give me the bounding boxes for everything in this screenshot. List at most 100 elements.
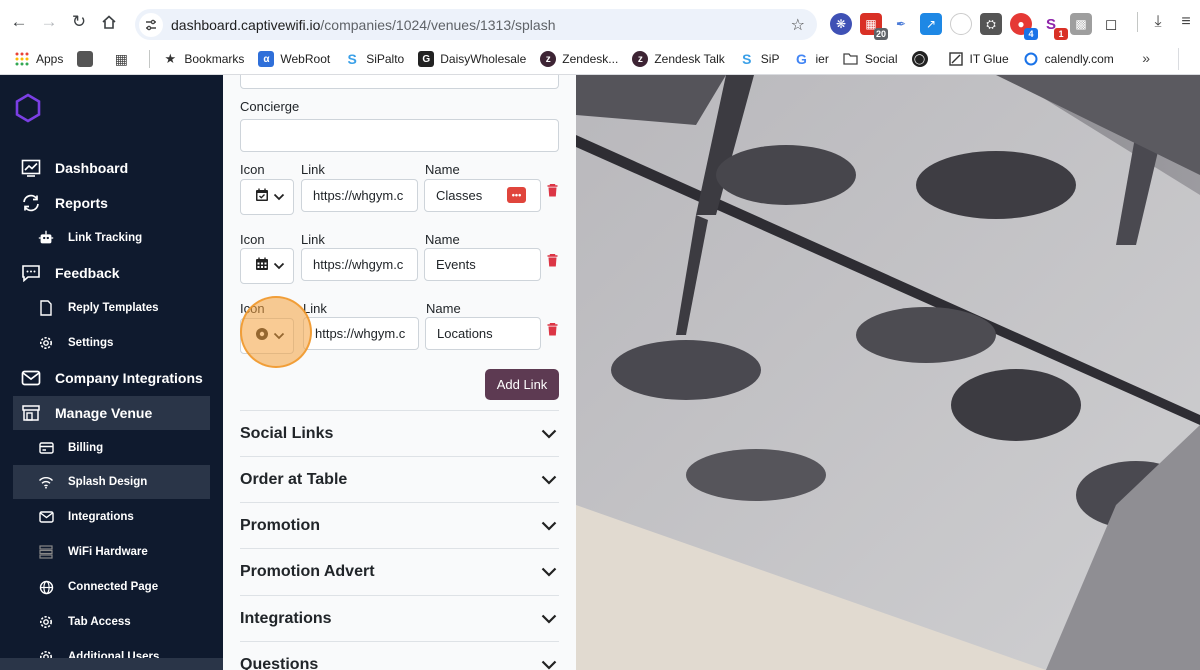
sidebar-bottom-bar xyxy=(0,658,223,670)
link-input[interactable]: https://whgym.c xyxy=(303,317,419,350)
sidebar-item-label: Integrations xyxy=(68,511,134,523)
sidebar-item-wifi-hardware[interactable]: WiFi Hardware xyxy=(13,535,210,569)
app-logo-icon[interactable] xyxy=(14,93,42,128)
icon-select[interactable] xyxy=(240,248,294,284)
bookmarks-overflow-icon[interactable]: » xyxy=(1142,50,1150,66)
extension-image-icon[interactable]: ▩ xyxy=(1070,13,1092,35)
bookmark-zendesk-talk[interactable]: z Zendesk Talk xyxy=(632,51,725,67)
chevron-down-icon xyxy=(273,257,285,275)
document-icon xyxy=(37,299,55,317)
link-label: Link xyxy=(301,232,325,247)
delete-link-icon[interactable] xyxy=(547,322,558,341)
name-label: Name xyxy=(426,301,461,316)
bookmark-sipalto[interactable]: S SiPalto xyxy=(344,51,405,67)
extension-hubspot-icon[interactable]: ⛭ xyxy=(980,13,1002,35)
icon-select[interactable] xyxy=(240,179,294,215)
extension-calendar-icon[interactable]: ▦ 20 xyxy=(860,13,888,40)
sidebar-item-settings[interactable]: Settings xyxy=(13,326,210,360)
chevron-down-icon xyxy=(541,564,557,580)
envelope-icon xyxy=(37,508,55,526)
section-promotion-advert[interactable]: Promotion Advert xyxy=(240,548,559,594)
sidebar-item-splash-design[interactable]: Splash Design xyxy=(13,465,210,499)
hardware-icon xyxy=(37,543,55,561)
bookmark-google[interactable]: Gier xyxy=(793,51,829,67)
sidebar-item-reports[interactable]: Reports xyxy=(13,186,210,220)
extension-chat-icon[interactable]: ● 4 xyxy=(1010,13,1038,40)
sidebar-item-dashboard[interactable]: Dashboard xyxy=(13,151,210,185)
sidebar-item-label: Splash Design xyxy=(68,476,148,488)
download-icon[interactable]: ⤓ xyxy=(1148,12,1168,32)
bookmark-zendesk[interactable]: z Zendesk... xyxy=(540,51,618,67)
extension-badge: 1 xyxy=(1054,28,1068,40)
bookmark-calendly[interactable]: calendly.com xyxy=(1023,51,1114,67)
bookmark-square[interactable] xyxy=(77,51,99,67)
bookmark-label: calendly.com xyxy=(1044,52,1114,66)
square-icon xyxy=(77,51,94,67)
bookmark-globe[interactable]: ◯ xyxy=(911,51,934,67)
bookmark-label: SiP xyxy=(760,52,780,66)
section-integrations[interactable]: Integrations xyxy=(240,595,559,641)
link-input[interactable]: https://whgym.c xyxy=(301,179,418,212)
delete-link-icon[interactable] xyxy=(547,183,558,202)
name-input[interactable]: Events xyxy=(424,248,541,281)
section-social-links[interactable]: Social Links xyxy=(240,410,559,456)
bookmark-star-icon[interactable]: ☆ xyxy=(791,15,805,35)
sidebar-item-reply-templates[interactable]: Reply Templates xyxy=(13,291,210,325)
extension-circle-icon[interactable] xyxy=(950,13,972,35)
sidebar-item-feedback[interactable]: Feedback xyxy=(13,256,210,290)
previous-field-input[interactable] xyxy=(240,75,559,89)
link-input[interactable]: https://whgym.c xyxy=(301,248,418,281)
password-manager-icon[interactable]: ••• xyxy=(507,187,526,203)
section-order-at-table[interactable]: Order at Table xyxy=(240,456,559,502)
sidebar-item-label: Link Tracking xyxy=(68,232,143,244)
envelope-icon xyxy=(20,367,42,389)
forward-icon[interactable]: → xyxy=(38,11,60,33)
extension-snowflake-icon[interactable]: ❋ xyxy=(830,13,852,35)
apps-grid-icon xyxy=(14,51,30,67)
sidebar-item-connected-page[interactable]: Connected Page xyxy=(13,570,210,604)
extensions-puzzle-icon[interactable]: ◻ xyxy=(1100,13,1122,35)
click-highlight xyxy=(240,296,312,368)
sidebar-item-link-tracking[interactable]: Link Tracking xyxy=(13,221,210,255)
name-input[interactable]: Locations xyxy=(425,317,541,350)
bookmark-apps[interactable]: Apps xyxy=(14,51,63,67)
sidebar-item-tab-access[interactable]: Tab Access xyxy=(13,605,210,639)
back-icon[interactable]: ← xyxy=(8,11,30,33)
add-link-button[interactable]: Add Link xyxy=(485,369,559,400)
home-icon[interactable] xyxy=(98,11,120,33)
sidebar-item-company-integrations[interactable]: Company Integrations xyxy=(13,361,210,395)
bookmark-sip[interactable]: S SiP xyxy=(739,51,780,67)
dashboard-icon xyxy=(20,157,42,179)
sidebar-item-label: Dashboard xyxy=(55,160,129,176)
chevron-down-icon xyxy=(541,611,557,627)
extension-pen-icon[interactable]: ✒ xyxy=(890,13,912,35)
sip-icon: S xyxy=(742,51,752,67)
bookmark-webroot[interactable]: α WebRoot xyxy=(258,51,330,67)
section-promotion[interactable]: Promotion xyxy=(240,502,559,548)
sidebar-item-integrations[interactable]: Integrations xyxy=(13,500,210,534)
url-host: dashboard.captivewifi.io xyxy=(171,16,321,33)
bookmark-grid[interactable]: ▦ xyxy=(113,51,135,67)
extension-s-icon[interactable]: S1 xyxy=(1040,13,1068,40)
bookmark-bookmarks[interactable]: ★ Bookmarks xyxy=(162,51,245,67)
sidebar-item-manage-venue[interactable]: Manage Venue xyxy=(13,396,210,430)
address-bar[interactable]: dashboard.captivewifi.io/companies/1024/… xyxy=(135,9,817,40)
bookmark-daisy[interactable]: G DaisyWholesale xyxy=(418,51,526,67)
section-title: Social Links xyxy=(240,424,334,442)
site-info-icon[interactable] xyxy=(139,12,163,37)
folder-icon xyxy=(843,51,859,67)
section-questions[interactable]: Questions xyxy=(240,641,559,670)
bookmark-social[interactable]: Social xyxy=(843,51,898,67)
bookmark-label: Zendesk Talk xyxy=(654,52,725,66)
sidebar-item-billing[interactable]: Billing xyxy=(13,431,210,465)
globe-icon: ◯ xyxy=(911,51,928,67)
delete-link-icon[interactable] xyxy=(547,253,558,272)
all-bookmarks-folder-icon[interactable] xyxy=(1178,48,1200,70)
chevron-down-icon xyxy=(541,472,557,488)
extension-arrow-icon[interactable]: ↗ xyxy=(920,13,942,35)
bookmark-itglue[interactable]: IT Glue xyxy=(948,51,1009,67)
concierge-input[interactable] xyxy=(240,119,559,152)
menu-icon[interactable]: ≡ xyxy=(1176,12,1196,32)
reload-icon[interactable]: ↻ xyxy=(68,11,90,33)
wifi-icon xyxy=(37,473,55,491)
